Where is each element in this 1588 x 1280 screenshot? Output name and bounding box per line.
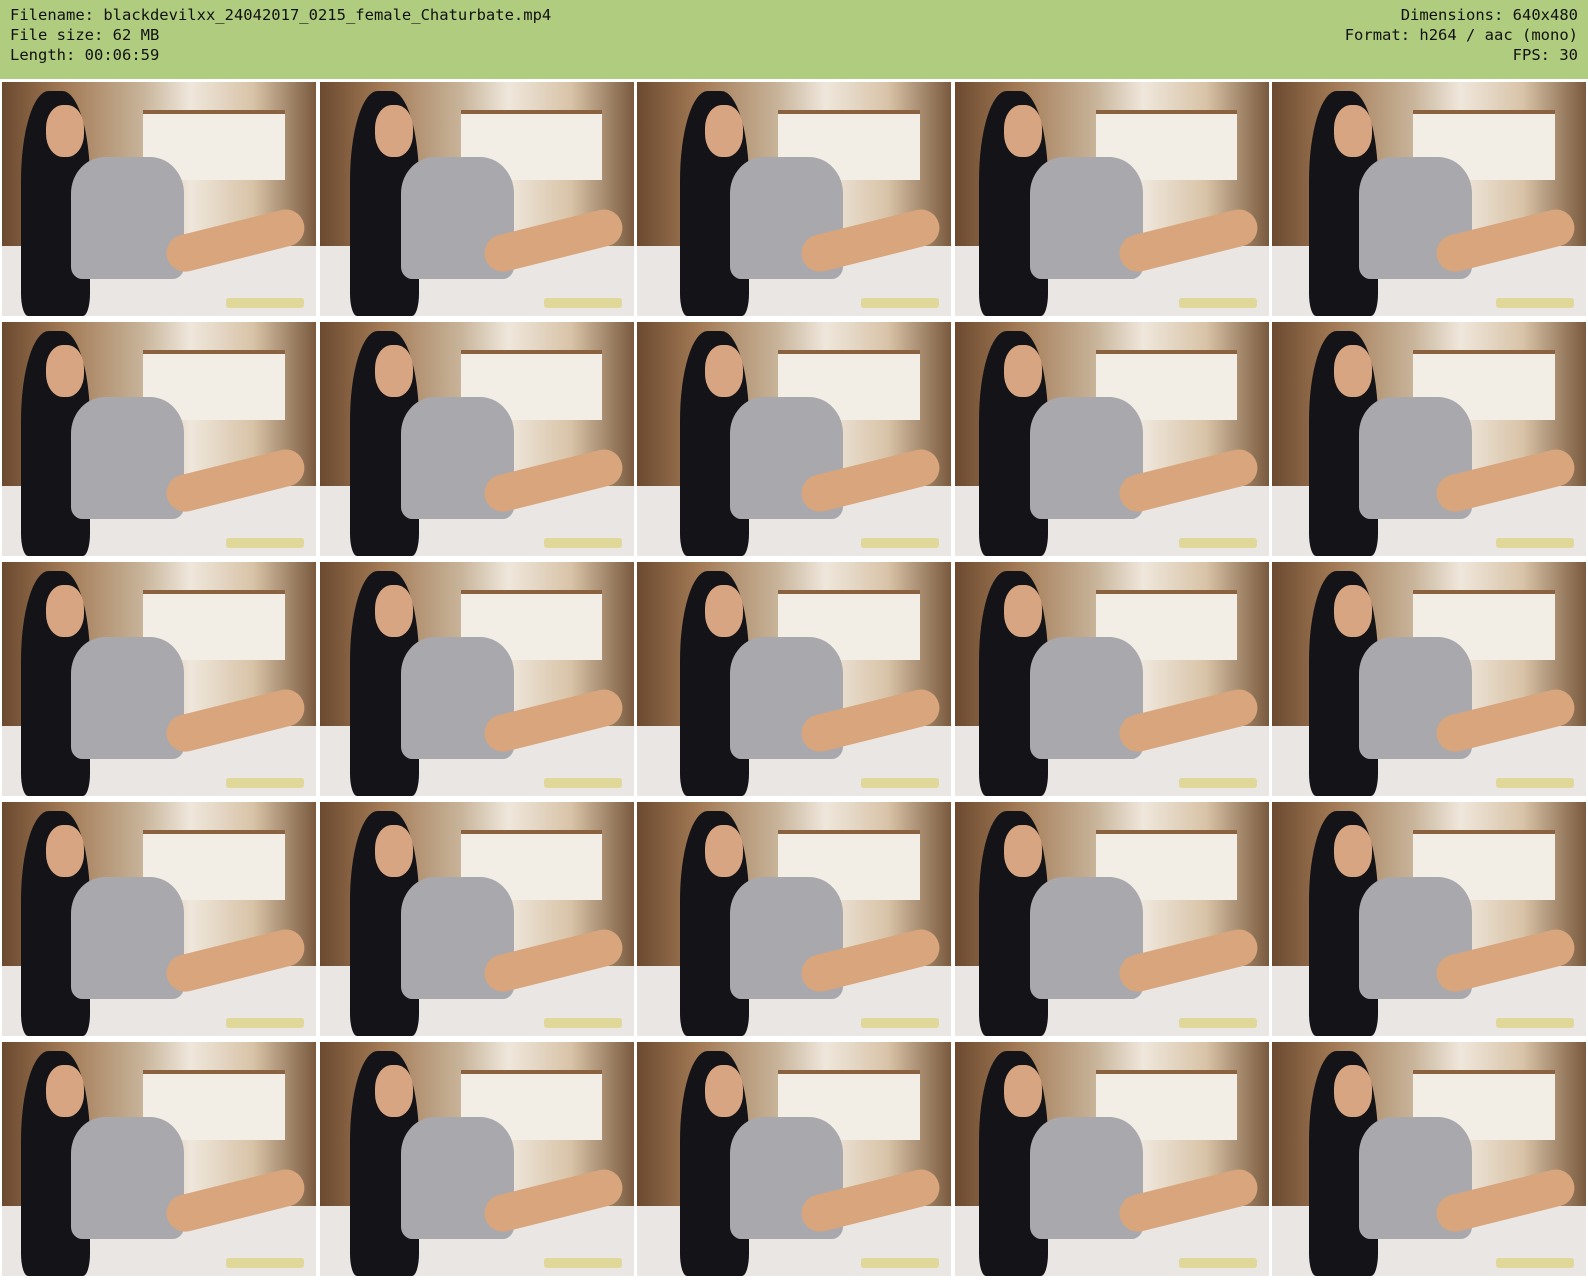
thumbnail-frame [319,802,634,1036]
thumbnail-frame [319,1042,634,1276]
frame-face [1004,345,1043,397]
frame-face [704,1065,743,1117]
watermark-logo [1178,1258,1257,1268]
frame-face [1333,585,1372,637]
frame-face [45,585,84,637]
watermark-logo [1496,298,1574,308]
thumbnail-frame [1272,802,1586,1036]
watermark-logo [1496,538,1574,548]
frame-face [45,825,84,877]
frame-leg [162,925,309,997]
watermark-logo [543,1018,622,1028]
watermark-logo [861,538,939,548]
frame-leg [162,445,309,517]
thumbnail-frame [954,562,1269,796]
file-size-label: File size: 62 MB [10,26,160,44]
frame-face [45,345,84,397]
watermark-logo [226,1258,304,1268]
thumbnail-frame [1272,1042,1586,1276]
thumbnail-frame [2,802,316,1036]
frame-face [375,345,414,397]
frame-face [1004,105,1043,157]
frame-face [704,825,743,877]
dimensions-label: Dimensions: 640x480 [1400,6,1578,24]
watermark-logo [543,778,622,788]
watermark-logo [1178,538,1257,548]
thumbnail-frame [954,1042,1269,1276]
thumbnail-frame [319,322,634,556]
thumbnail-frame [954,802,1269,1036]
thumbnail-frame [1272,322,1586,556]
frame-face [1004,825,1043,877]
watermark-logo [543,538,622,548]
filename-label: Filename: blackdevilxx_24042017_0215_fem… [10,6,552,24]
thumbnail-frame [954,82,1269,316]
frame-face [704,105,743,157]
frame-face [375,585,414,637]
thumbnail-frame [319,82,634,316]
thumbnail-grid [2,82,1586,1276]
length-label: Length: 00:06:59 [10,46,160,64]
watermark-logo [226,778,304,788]
frame-leg [162,1165,309,1237]
thumbnail-frame [2,1042,316,1276]
frame-leg [162,685,309,757]
watermark-logo [1496,1018,1574,1028]
thumbnail-frame [2,562,316,796]
watermark-logo [543,298,622,308]
frame-face [704,345,743,397]
frame-leg [162,205,309,277]
fps-label: FPS: 30 [1512,46,1578,64]
watermark-logo [861,1258,939,1268]
watermark-logo [1496,778,1574,788]
frame-face [704,585,743,637]
frame-face [375,105,414,157]
file-info-right: Dimensions: 640x480 Format: h264 / aac (… [1345,5,1578,65]
watermark-logo [861,298,939,308]
watermark-logo [226,1018,304,1028]
thumbnail-frame [2,82,316,316]
format-label: Format: h264 / aac (mono) [1344,26,1578,44]
frame-face [45,1065,84,1117]
thumbnail-frame [637,322,951,556]
frame-face [1004,1065,1043,1117]
watermark-logo [226,298,304,308]
frame-face [1333,1065,1372,1117]
info-header: Filename: blackdevilxx_24042017_0215_fem… [0,0,1588,79]
frame-face [1333,345,1372,397]
thumbnail-frame [637,1042,951,1276]
file-info-left: Filename: blackdevilxx_24042017_0215_fem… [10,5,551,65]
thumbnail-frame [1272,562,1586,796]
thumbnail-frame [637,802,951,1036]
thumbnail-frame [954,322,1269,556]
thumbnail-frame [637,82,951,316]
frame-face [1004,585,1043,637]
frame-face [375,825,414,877]
watermark-logo [543,1258,622,1268]
frame-face [1333,105,1372,157]
watermark-logo [1178,778,1257,788]
thumbnail-frame [319,562,634,796]
thumbnail-frame [2,322,316,556]
thumbnail-frame [637,562,951,796]
watermark-logo [861,1018,939,1028]
frame-face [375,1065,414,1117]
watermark-logo [1496,1258,1574,1268]
watermark-logo [1178,1018,1257,1028]
thumbnail-frame [1272,82,1586,316]
watermark-logo [1178,298,1257,308]
frame-face [45,105,84,157]
watermark-logo [226,538,304,548]
watermark-logo [861,778,939,788]
frame-face [1333,825,1372,877]
